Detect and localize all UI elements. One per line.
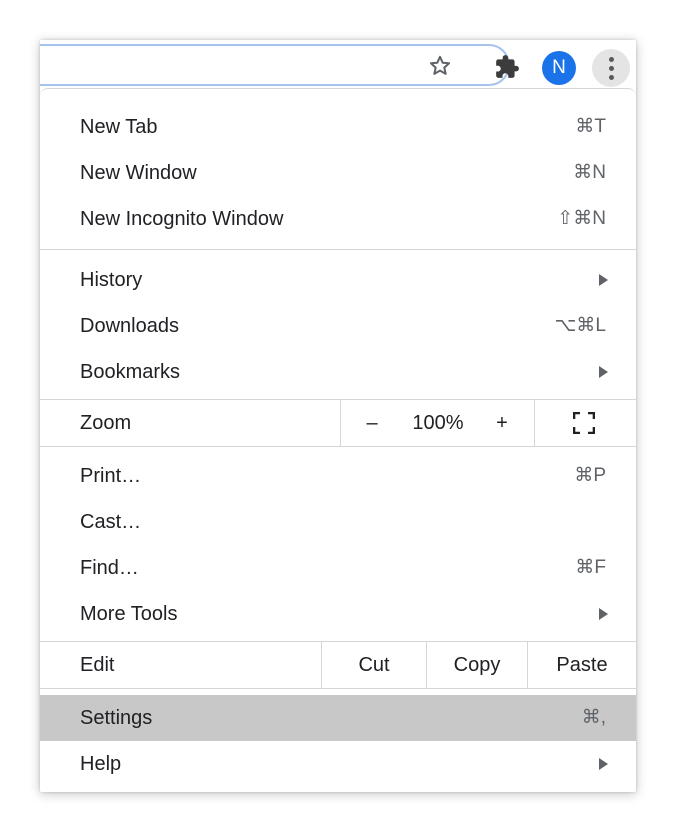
- edit-label: Edit: [80, 654, 115, 676]
- zoom-out-button[interactable]: –: [345, 400, 399, 446]
- menu-item-new-incognito-window[interactable]: New Incognito Window ⇧⌘N: [40, 196, 636, 242]
- menu-item-history[interactable]: History: [40, 257, 636, 303]
- chevron-right-icon: [599, 758, 608, 770]
- zoom-level: 100%: [412, 412, 464, 434]
- zoom-divider: [340, 400, 341, 446]
- menu-item-shortcut: ⌥⌘L: [554, 315, 606, 336]
- menu-item-label: Bookmarks: [80, 361, 181, 383]
- menu-item-label: Cast…: [80, 511, 142, 533]
- menu-item-shortcut: ⌘P: [574, 465, 606, 486]
- menu-item-shortcut: ⌘F: [575, 557, 606, 578]
- menu-item-new-window[interactable]: New Window ⌘N: [40, 150, 636, 196]
- cut-button[interactable]: Cut: [322, 642, 426, 688]
- zoom-divider: [534, 400, 535, 446]
- more-vertical-icon[interactable]: [592, 49, 630, 87]
- menu-item-print[interactable]: Print… ⌘P: [40, 453, 636, 499]
- menu-item-find[interactable]: Find… ⌘F: [40, 545, 636, 591]
- zoom-in-button[interactable]: +: [477, 400, 527, 446]
- toolbar: N: [40, 40, 636, 90]
- menu-item-label: More Tools: [80, 603, 178, 625]
- chevron-right-icon: [599, 608, 608, 620]
- paste-button[interactable]: Paste: [528, 642, 636, 688]
- menu-item-shortcut: ⌘,: [581, 707, 606, 728]
- menu-item-label: New Incognito Window: [80, 208, 284, 230]
- menu-item-help[interactable]: Help: [40, 741, 636, 787]
- zoom-row: Zoom – 100% +: [40, 400, 636, 446]
- dot: [609, 75, 614, 80]
- menu-item-downloads[interactable]: Downloads ⌥⌘L: [40, 303, 636, 349]
- app-menu: New Tab ⌘T New Window ⌘N New Incognito W…: [40, 88, 636, 792]
- menu-item-label: Downloads: [80, 315, 179, 337]
- menu-item-bookmarks[interactable]: Bookmarks: [40, 349, 636, 395]
- menu-item-shortcut: ⌘T: [575, 116, 606, 137]
- menu-divider: [40, 446, 636, 447]
- menu-item-label: Print…: [80, 465, 142, 487]
- browser-window: N New Tab ⌘T New Window ⌘N New Incognito…: [40, 40, 636, 792]
- copy-button[interactable]: Copy: [427, 642, 527, 688]
- dot: [609, 57, 614, 62]
- star-icon[interactable]: [428, 54, 452, 78]
- menu-item-new-tab[interactable]: New Tab ⌘T: [40, 104, 636, 150]
- menu-item-label: Help: [80, 753, 122, 775]
- chevron-right-icon: [599, 274, 608, 286]
- menu-item-shortcut: ⇧⌘N: [557, 208, 606, 229]
- puzzle-icon[interactable]: [494, 54, 520, 80]
- chevron-right-icon: [599, 366, 608, 378]
- menu-item-label: Settings: [80, 707, 153, 729]
- menu-item-cast[interactable]: Cast…: [40, 499, 636, 545]
- menu-item-settings[interactable]: Settings ⌘,: [40, 695, 636, 741]
- avatar[interactable]: N: [542, 51, 576, 85]
- menu-divider: [40, 688, 636, 689]
- menu-divider: [40, 249, 636, 250]
- menu-item-label: History: [80, 269, 143, 291]
- fullscreen-icon[interactable]: [573, 412, 595, 434]
- zoom-label: Zoom: [80, 412, 132, 434]
- menu-item-label: New Window: [80, 162, 197, 184]
- edit-row: Edit Cut Copy Paste: [40, 642, 636, 688]
- menu-item-shortcut: ⌘N: [573, 162, 606, 183]
- dot: [609, 66, 614, 71]
- menu-item-label: Find…: [80, 557, 139, 579]
- menu-item-label: New Tab: [80, 116, 158, 138]
- menu-item-more-tools[interactable]: More Tools: [40, 591, 636, 637]
